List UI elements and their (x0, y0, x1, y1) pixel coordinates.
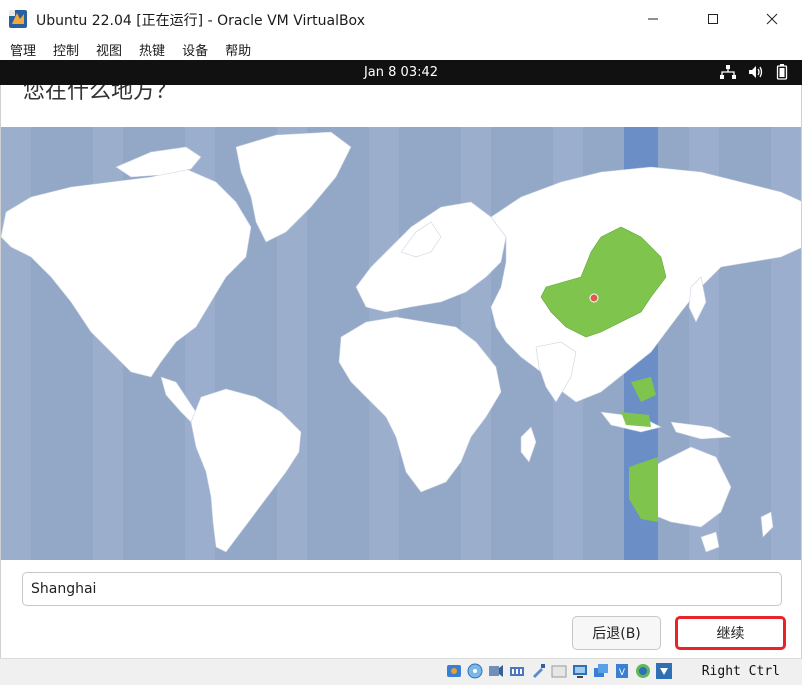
location-input[interactable] (22, 572, 782, 606)
page-title: 您在什么地方？ (23, 85, 178, 104)
menu-view[interactable]: 视图 (96, 40, 122, 59)
world-map (1, 127, 801, 560)
battery-icon (776, 64, 788, 80)
guest-topbar: Jan 8 03:42 (0, 60, 802, 85)
minimize-button[interactable] (630, 0, 676, 38)
hard-disk-icon[interactable] (445, 662, 463, 680)
menu-hotkeys[interactable]: 热键 (139, 40, 165, 59)
minimize-icon (648, 18, 658, 20)
back-button[interactable]: 后退(B) (572, 616, 661, 650)
location-pin (589, 293, 599, 303)
audio-icon[interactable] (487, 662, 505, 680)
svg-text:V: V (619, 668, 626, 678)
network-adapter-icon[interactable] (508, 662, 526, 680)
menu-devices[interactable]: 设备 (182, 40, 208, 59)
menu-help[interactable]: 帮助 (225, 40, 251, 59)
volume-icon (749, 66, 763, 78)
menu-manage[interactable]: 管理 (10, 40, 36, 59)
usb-icon[interactable] (529, 662, 547, 680)
arrow-down-icon[interactable] (655, 662, 673, 680)
cpu-icon[interactable]: V (613, 662, 631, 680)
maximize-button[interactable] (690, 0, 736, 38)
window-title: Ubuntu 22.04 [正在运行] - Oracle VM VirtualB… (36, 13, 365, 29)
optical-drive-icon[interactable] (466, 662, 484, 680)
video-capture-icon[interactable] (592, 662, 610, 680)
recording-icon[interactable] (634, 662, 652, 680)
virtualbox-statusbar: V Right Ctrl (0, 658, 802, 685)
display-icon[interactable] (571, 662, 589, 680)
shared-folder-icon[interactable] (550, 662, 568, 680)
installer-window: 您在什么地方？ Shanghai 后退(B) 继续 (0, 85, 802, 658)
window-titlebar: Ubuntu 22.04 [正在运行] - Oracle VM VirtualB… (0, 0, 802, 38)
guest-status-area[interactable] (720, 64, 788, 80)
close-icon (766, 13, 778, 25)
menu-control[interactable]: 控制 (53, 40, 79, 59)
menubar: 管理 控制 视图 热键 设备 帮助 (0, 38, 802, 60)
network-icon (720, 65, 736, 79)
guest-clock[interactable]: Jan 8 03:42 (0, 60, 802, 85)
close-button[interactable] (749, 0, 795, 38)
continue-button[interactable]: 继续 (675, 616, 786, 650)
maximize-icon (708, 14, 718, 24)
host-key-label: Right Ctrl (701, 664, 780, 679)
timezone-map[interactable] (1, 127, 801, 560)
virtualbox-app-icon (9, 10, 27, 28)
